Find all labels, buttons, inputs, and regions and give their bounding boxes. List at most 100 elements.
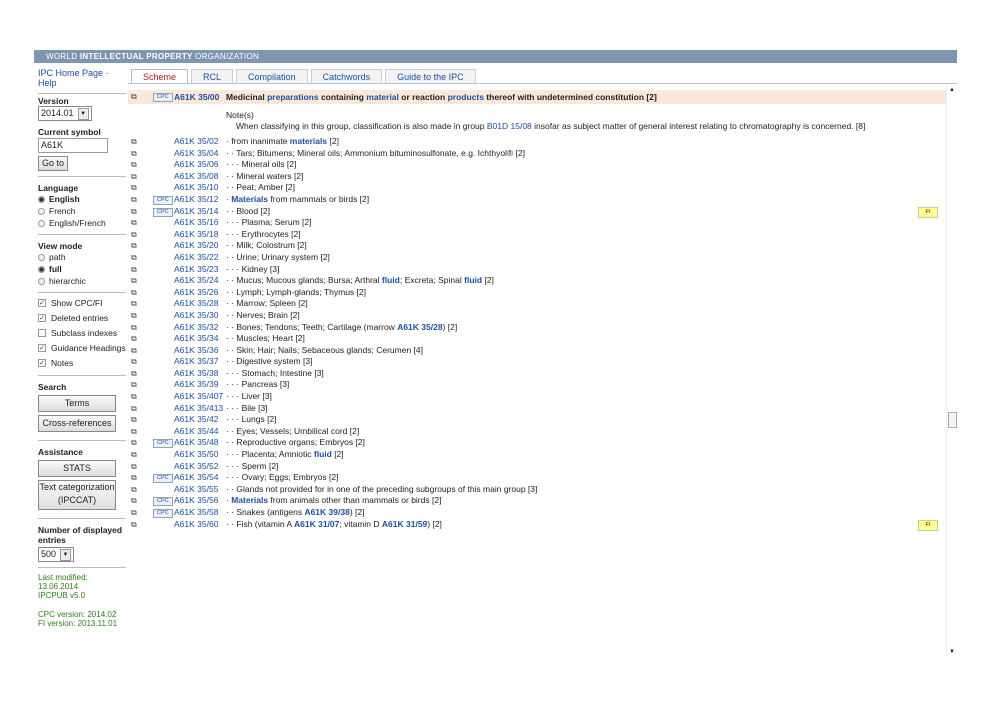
entry-symbol[interactable]: A61K 35/08 xyxy=(174,171,218,183)
entry-symbol[interactable]: A61K 35/26 xyxy=(174,287,218,299)
option-checkbox-row[interactable]: ✓ Notes xyxy=(38,355,128,370)
tab-guide-to-the-ipc[interactable]: Guide to the IPC xyxy=(385,69,476,84)
catchword-link[interactable]: Materials xyxy=(231,495,268,505)
view-mode-option[interactable]: hierarchic xyxy=(38,275,128,287)
external-link-icon[interactable]: ⧉ xyxy=(131,472,137,484)
catchword-link[interactable]: A61K 31/59 xyxy=(382,519,427,529)
catchword-link[interactable]: materials xyxy=(290,136,327,146)
cpc-badge[interactable]: CPC xyxy=(153,207,173,217)
option-checkbox-row[interactable]: ✓ Guidance Headings xyxy=(38,340,128,355)
catchword-link[interactable]: preparations xyxy=(267,92,319,102)
catchword-link[interactable]: fluid xyxy=(314,449,332,459)
external-link-icon[interactable]: ⧉ xyxy=(131,449,137,461)
external-link-icon[interactable]: ⧉ xyxy=(131,391,137,403)
entry-symbol[interactable]: A61K 35/60 xyxy=(174,519,218,531)
scroll-down-icon[interactable]: ▼ xyxy=(949,649,955,655)
entry-symbol[interactable]: A61K 35/413 xyxy=(174,403,223,415)
entry-symbol[interactable]: A61K 35/48 xyxy=(174,437,218,449)
checkbox[interactable]: ✓ xyxy=(38,343,46,352)
external-link-icon[interactable]: ⧉ xyxy=(131,356,137,368)
entry-symbol[interactable]: A61K 35/56 xyxy=(174,495,218,507)
external-link-icon[interactable]: ⧉ xyxy=(131,136,137,148)
entry-symbol[interactable]: A61K 35/23 xyxy=(174,264,218,276)
entry-symbol[interactable]: A61K 35/37 xyxy=(174,356,218,368)
entry-symbol[interactable]: A61K 35/04 xyxy=(174,148,218,160)
radio-button[interactable] xyxy=(38,277,45,285)
goto-button[interactable]: Go to xyxy=(38,156,68,171)
scroll-up-icon[interactable]: ▲ xyxy=(949,87,955,93)
external-link-icon[interactable]: ⧉ xyxy=(131,437,137,449)
external-link-icon[interactable]: ⧉ xyxy=(131,368,137,380)
stats-button[interactable]: STATS xyxy=(38,460,116,477)
entry-symbol[interactable]: A61K 35/16 xyxy=(174,217,218,229)
entry-symbol[interactable]: A61K 35/24 xyxy=(174,275,218,287)
entry-symbol[interactable]: A61K 35/38 xyxy=(174,368,218,380)
entry-symbol[interactable]: A61K 35/52 xyxy=(174,461,218,473)
cpc-badge[interactable]: CPC xyxy=(153,195,173,205)
catchword-link[interactable]: A61K 31/07 xyxy=(294,519,339,529)
entry-symbol[interactable]: A61K 35/58 xyxy=(174,507,218,519)
cpc-badge[interactable]: CPC xyxy=(153,474,173,484)
radio-button[interactable] xyxy=(38,207,45,215)
entry-symbol[interactable]: A61K 35/54 xyxy=(174,472,218,484)
checkbox[interactable]: ✓ xyxy=(38,298,46,307)
external-link-icon[interactable]: ⧉ xyxy=(131,298,137,310)
entry-symbol[interactable]: A61K 35/30 xyxy=(174,310,218,322)
external-link-icon[interactable]: ⧉ xyxy=(131,461,137,473)
external-link-icon[interactable]: ⧉ xyxy=(131,217,137,229)
entry-symbol[interactable]: A61K 35/407 xyxy=(174,391,223,403)
external-link-icon[interactable]: ⧉ xyxy=(131,403,137,415)
cpc-badge[interactable]: CPC xyxy=(153,93,173,102)
entry-symbol[interactable]: A61K 35/55 xyxy=(174,484,218,496)
external-link-icon[interactable]: ⧉ xyxy=(131,310,137,322)
version-select[interactable]: 2014.01 ▼ xyxy=(38,106,92,121)
entry-symbol[interactable]: A61K 35/44 xyxy=(174,426,218,438)
external-link-icon[interactable]: ⧉ xyxy=(131,414,137,426)
radio-button[interactable] xyxy=(38,265,45,273)
cpc-badge[interactable]: CPC xyxy=(153,439,173,449)
entry-symbol[interactable]: A61K 35/22 xyxy=(174,252,218,264)
catchword-link[interactable]: products xyxy=(448,92,484,102)
checkbox[interactable] xyxy=(38,328,46,337)
main-group-symbol[interactable]: A61K 35/00 xyxy=(174,90,219,104)
option-checkbox-row[interactable]: Subclass indexes xyxy=(38,325,128,340)
view-mode-option[interactable]: path xyxy=(38,251,128,263)
language-option[interactable]: English/French xyxy=(38,217,128,229)
radio-button[interactable] xyxy=(38,219,45,227)
catchword-link[interactable]: A61K 39/38 xyxy=(304,507,349,517)
entry-symbol[interactable]: A61K 35/10 xyxy=(174,182,218,194)
external-link-icon[interactable]: ⧉ xyxy=(131,264,137,276)
fi-badge[interactable]: FI xyxy=(918,206,938,218)
language-option[interactable]: English xyxy=(38,193,128,205)
entry-symbol[interactable]: A61K 35/42 xyxy=(174,414,218,426)
cpc-badge[interactable]: CPC xyxy=(153,497,173,507)
fi-badge[interactable]: FI xyxy=(918,519,938,531)
catchword-link[interactable]: A61K 35/28 xyxy=(397,322,442,332)
external-link-icon[interactable]: ⧉ xyxy=(131,171,137,183)
external-link-icon[interactable]: ⧉ xyxy=(131,90,137,104)
option-checkbox-row[interactable]: ✓ Deleted entries xyxy=(38,310,128,325)
ipc-home-link[interactable]: IPC Home Page xyxy=(38,68,103,78)
entry-symbol[interactable]: A61K 35/02 xyxy=(174,136,218,148)
tab-rcl[interactable]: RCL xyxy=(191,69,234,84)
external-link-icon[interactable]: ⧉ xyxy=(131,287,137,299)
entry-symbol[interactable]: A61K 35/20 xyxy=(174,240,218,252)
external-link-icon[interactable]: ⧉ xyxy=(131,333,137,345)
external-link-icon[interactable]: ⧉ xyxy=(131,379,137,391)
vertical-scrollbar[interactable]: ▲ ▼ xyxy=(946,84,958,656)
catchword-link[interactable]: material xyxy=(366,92,399,102)
external-link-icon[interactable]: ⧉ xyxy=(131,519,137,531)
entry-symbol[interactable]: A61K 35/06 xyxy=(174,159,218,171)
catchword-link[interactable]: fluid xyxy=(464,275,482,285)
tab-catchwords[interactable]: Catchwords xyxy=(310,69,383,84)
external-link-icon[interactable]: ⧉ xyxy=(131,275,137,287)
entry-symbol[interactable]: A61K 35/36 xyxy=(174,345,218,357)
radio-button[interactable] xyxy=(38,253,45,261)
entry-symbol[interactable]: A61K 35/50 xyxy=(174,449,218,461)
catchword-link[interactable]: Materials xyxy=(231,194,268,204)
external-link-icon[interactable]: ⧉ xyxy=(131,484,137,496)
external-link-icon[interactable]: ⧉ xyxy=(131,206,137,218)
entry-symbol[interactable]: A61K 35/12 xyxy=(174,194,218,206)
entry-symbol[interactable]: A61K 35/28 xyxy=(174,298,218,310)
external-link-icon[interactable]: ⧉ xyxy=(131,229,137,241)
